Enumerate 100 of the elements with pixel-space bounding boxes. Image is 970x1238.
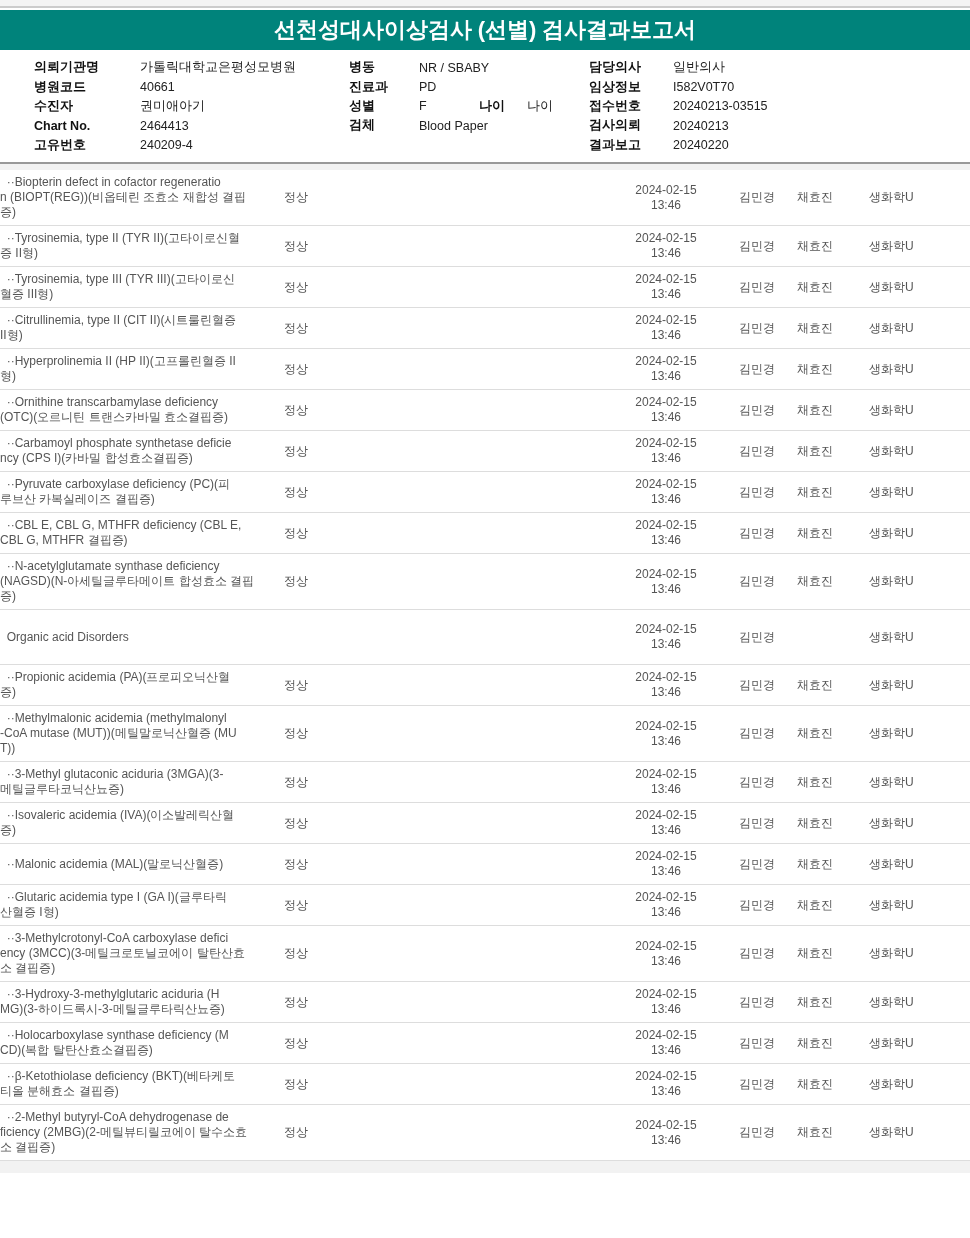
test-name: ··Tyrosinemia, type II (TYR II)(고타이로신혈 증 II형) [0,231,242,261]
test-name: ··3-Hydroxy-3-methylglutaric aciduria (H MG)(3-하이드록시-3-메틸글루타릭산뇨증) [0,987,226,1017]
result-cell: 정상 [284,946,308,960]
datetime-cell-text: 2024-02-15 13:46 [634,566,698,597]
department-cell: 생화학U [869,946,914,960]
person-cell: 김민경 [739,1035,775,1050]
field-value: 20240213-03515 [673,99,768,114]
test-name: ··Carbamoyl phosphate synthetase deficie ncy (CPS I)(카바밀 합성효소결핍증) [0,436,233,466]
test-name: ··Biopterin defect in cofactor regeneratio n (BIOPT(REG))(비옵테린 조효소 재합성 결핍 증) [0,175,247,220]
result-cell: 정상 [284,815,308,830]
field-label: 임상정보 [589,78,642,96]
datetime-cell-text: 2024-02-15 13:46 [634,354,698,384]
result-cell: 정상 [284,726,308,740]
person-cell: 김민경 [739,279,775,294]
datetime-cell-text: 2024-02-15 13:46 [634,938,698,969]
department-cell: 생화학U [869,1076,914,1091]
person-cell: 김민경 [739,994,775,1009]
field-label: Chart No. [34,118,92,133]
result-cell: 정상 [284,994,308,1009]
datetime-cell-text: 2024-02-15 13:46 [634,718,698,749]
datetime-cell-text: 2024-02-15 13:46 [634,1069,698,1099]
result-cell: 정상 [284,402,308,417]
department-cell: 생화학U [869,525,914,540]
datetime-cell-text: 2024-02-15 13:46 [634,808,698,838]
person-cell: 김민경 [739,946,775,960]
person-cell: 김민경 [739,677,775,692]
person-cell: 채효진 [797,994,833,1009]
department-cell: 생화학U [869,1125,914,1139]
department-cell: 생화학U [869,856,914,871]
person-cell: 채효진 [797,677,833,692]
field-value: 20240213 [673,118,729,133]
test-name: ··Propionic acidemia (PA)(프로피오닉산혈 증) [0,670,232,700]
field-value: 권미애아기 [140,97,205,115]
test-name: ··Hyperprolinemia II (HP II)(고프롤린혈증 II 형) [0,354,237,384]
field-label: 진료과 [349,78,389,96]
test-name: ··Ornithine transcarbamylase deficiency (OTC)(오르니틴 트랜스카바밀 효소결핍증) [0,395,229,425]
department-cell: 생화학U [869,190,914,204]
person-cell: 김민경 [739,525,775,540]
person-cell: 김민경 [739,1125,775,1139]
person-cell: 김민경 [739,726,775,740]
person-cell: 김민경 [739,320,775,335]
department-cell: 생화학U [869,238,914,253]
test-name: ··β-Ketothiolase deficiency (BKT)(베타케토 티올 분해효소 결핍증) [0,1069,236,1099]
field-label: 나이 [479,97,506,115]
result-cell: 정상 [284,1076,308,1091]
datetime-cell-text: 2024-02-15 13:46 [634,767,698,797]
person-cell: 채효진 [797,726,833,740]
datetime-cell-text: 2024-02-15 13:46 [634,518,698,548]
field-value: 20240220 [673,138,729,153]
report-title: 선천성대사이상검사 (선별) 검사결과보고서 [0,10,970,50]
datetime-cell-text: 2024-02-15 13:46 [634,849,698,879]
test-name: ··CBL E, CBL G, MTHFR deficiency (CBL E, CBL G, MTHFR 결핍증) [0,518,243,548]
person-cell: 채효진 [797,774,833,789]
datetime-cell-text: 2024-02-15 13:46 [634,272,698,302]
field-value: 2464413 [140,118,189,133]
person-cell: 김민경 [739,361,775,376]
department-cell: 생화학U [869,726,914,740]
test-name: ··2-Methyl butyryl-CoA dehydrogenase de ficiency (2MBG)(2-메틸뷰티릴코에이 탈수소효 소 결핍증) [0,1110,249,1155]
test-name: ··Citrullinemia, type II (CIT II)(시트룰린혈증 II형) [0,313,238,343]
datetime-cell-text: 2024-02-15 13:46 [634,477,698,507]
field-label: 검체 [349,117,376,135]
datetime-cell-text: 2024-02-15 13:46 [634,987,698,1017]
department-cell: 생화학U [869,484,914,499]
person-cell: 채효진 [797,897,833,912]
field-label: 결과보고 [589,136,642,154]
department-cell: 생화학U [869,402,914,417]
department-cell: 생화학U [869,815,914,830]
field-label: 병원코드 [34,78,87,96]
field-label: 담당의사 [589,59,642,77]
person-cell: 채효진 [797,279,833,294]
person-cell: 채효진 [797,484,833,499]
test-name: ··Malonic acidemia (MAL)(말로닉산혈증) [5,856,225,872]
result-cell: 정상 [284,774,308,789]
department-cell: 생화학U [869,774,914,789]
result-cell: 정상 [284,525,308,540]
person-cell: 채효진 [797,946,833,960]
result-cell: 정상 [284,484,308,499]
person-cell: 김민경 [739,402,775,417]
field-value: 가톨릭대학교은평성모병원 [140,59,296,77]
person-cell: 채효진 [797,856,833,871]
person-cell: 김민경 [739,443,775,458]
result-cell: 정상 [284,361,308,376]
department-cell: 생화학U [869,629,914,644]
person-cell: 김민경 [739,774,775,789]
person-cell: 김민경 [739,815,775,830]
test-name: ··3-Methyl glutaconic aciduria (3MGA)(3- 메틸글루타코닉산뇨증) [0,767,225,797]
person-cell: 채효진 [797,574,833,588]
test-name: ··Methylmalonic acidemia (methylmalonyl -CoA mutase (MUT))(메틸말로닉산혈증 (MU T)) [0,711,238,756]
result-cell: 정상 [284,279,308,294]
datetime-cell-text: 2024-02-15 13:46 [634,231,698,261]
field-value: NR / SBABY [419,60,490,75]
person-cell: 채효진 [797,190,833,204]
person-cell: 채효진 [797,525,833,540]
test-name: ··N-acetylglutamate synthase deficiency (NAGSD)(N-아세틸글루타메이트 합성효소 결핍 증) [0,559,255,604]
field-label: 의뢰기관명 [34,59,100,77]
person-cell: 채효진 [797,238,833,253]
department-cell: 생화학U [869,361,914,376]
person-cell: 채효진 [797,1125,833,1139]
department-cell: 생화학U [869,1035,914,1050]
person-cell: 채효진 [797,815,833,830]
